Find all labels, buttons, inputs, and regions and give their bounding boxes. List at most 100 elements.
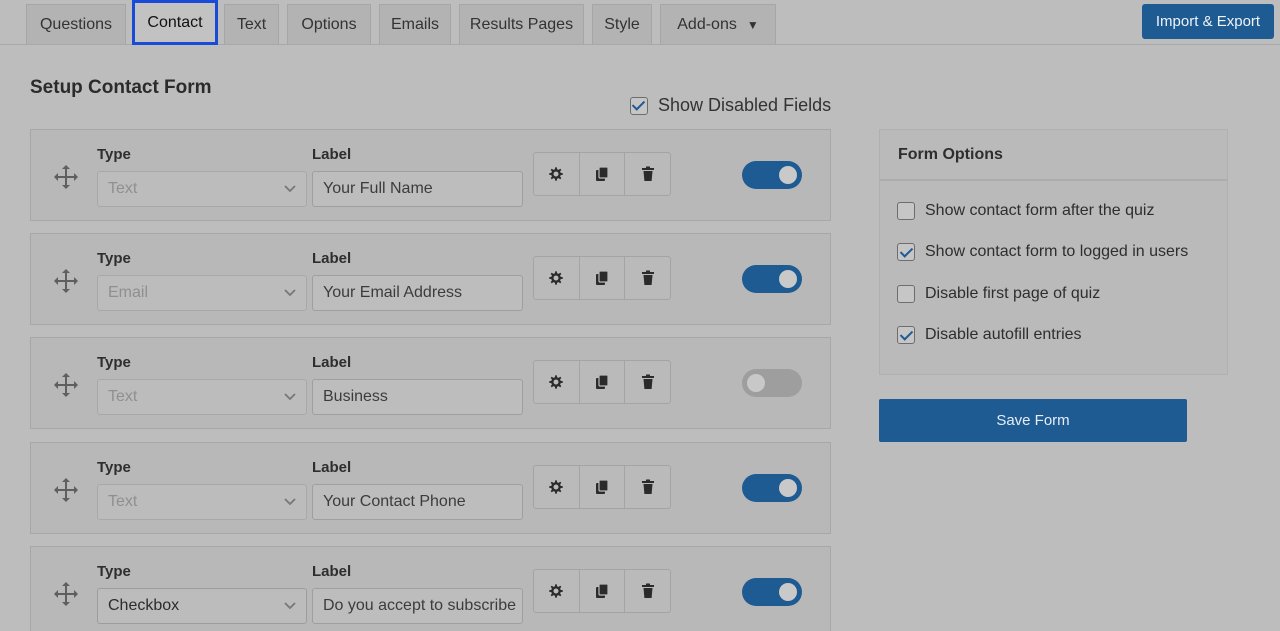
field-settings-button[interactable] [534,257,580,299]
move-icon[interactable] [53,372,79,398]
label-heading: Label [312,146,352,163]
field-type-select[interactable]: Email [97,275,307,311]
field-label-input[interactable]: Your Contact Phone [312,484,523,520]
field-duplicate-button[interactable] [580,361,626,403]
field-delete-button[interactable] [625,361,670,403]
gear-icon [549,167,564,181]
gear-icon [549,375,564,389]
type-heading: Type [97,354,131,371]
chevron-down-icon [284,289,296,296]
field-enabled-toggle[interactable] [742,369,802,397]
duplicate-icon [595,479,609,495]
duplicate-icon [595,583,609,599]
field-action-buttons [533,465,671,509]
field-type-select[interactable]: Text [97,484,307,520]
field-delete-button[interactable] [625,466,670,508]
field-delete-button[interactable] [625,570,670,612]
field-type-select[interactable]: Text [97,379,307,415]
page-title: Setup Contact Form [30,77,212,98]
type-heading: Type [97,563,131,580]
option-disable-autofill[interactable]: Disable autofill entries [897,326,1082,344]
show-disabled-label: Show Disabled Fields [658,95,832,115]
option-checkbox[interactable] [897,326,915,344]
caret-down-icon: ▼ [746,17,759,32]
tab-label: Options [301,15,357,33]
tab-text[interactable]: Text [224,4,279,44]
save-form-button[interactable]: Save Form [879,399,1187,442]
tab-label: Style [604,15,640,33]
tab-options[interactable]: Options [287,4,371,44]
field-settings-button[interactable] [534,570,580,612]
field-duplicate-button[interactable] [580,153,626,195]
type-heading: Type [97,459,131,476]
field-label-input[interactable]: Your Email Address [312,275,523,311]
move-icon[interactable] [53,477,79,503]
form-options-title: Form Options [880,130,1227,181]
import-export-button[interactable]: Import & Export [1142,4,1274,39]
tab-label: Questions [39,15,113,33]
tab-bar: Questions Contact Text Options Emails Re… [0,0,1280,45]
contact-field-row: Type Label Text Your Contact Phone [30,442,831,534]
show-disabled-checkbox[interactable] [630,96,648,115]
contact-field-row: Type Label Text Business [30,337,831,429]
move-icon[interactable] [53,581,79,607]
gear-icon [549,584,564,598]
field-type-value: Text [108,180,138,197]
chevron-down-icon [284,393,296,400]
move-icon[interactable] [53,268,79,294]
tab-add-ons[interactable]: Add-ons ▼ [660,4,776,44]
tab-style[interactable]: Style [592,4,652,44]
option-label: Disable first page of quiz [925,285,1101,302]
label-heading: Label [312,563,352,580]
field-enabled-toggle[interactable] [742,578,802,606]
field-type-select[interactable]: Text [97,171,307,207]
form-options-panel: Form Options Show contact form after the… [879,129,1228,375]
gear-icon [549,271,564,285]
option-checkbox[interactable] [897,243,915,261]
field-enabled-toggle[interactable] [742,265,802,293]
option-checkbox[interactable] [897,285,915,303]
trash-icon [641,583,654,598]
field-settings-button[interactable] [534,466,580,508]
toggle-knob [747,374,765,392]
field-duplicate-button[interactable] [580,466,626,508]
tab-label: Emails [390,15,439,33]
option-checkbox[interactable] [897,202,915,220]
field-label-input[interactable]: Do you accept to subscribe [312,588,523,624]
tab-label: Contact [147,14,203,31]
chevron-down-icon [284,185,296,192]
field-type-value: Text [108,493,138,510]
move-icon[interactable] [53,164,79,190]
label-heading: Label [312,354,352,371]
field-action-buttons [533,256,671,300]
field-type-select[interactable]: Checkbox [97,588,307,624]
trash-icon [641,479,654,494]
option-label: Disable autofill entries [925,326,1082,343]
field-label-input[interactable]: Business [312,379,523,415]
field-duplicate-button[interactable] [580,257,626,299]
gear-icon [549,480,564,494]
tab-label: Text [236,15,267,33]
field-enabled-toggle[interactable] [742,474,802,502]
field-settings-button[interactable] [534,361,580,403]
field-settings-button[interactable] [534,153,580,195]
field-enabled-toggle[interactable] [742,161,802,189]
option-show-after-quiz[interactable]: Show contact form after the quiz [897,202,1154,220]
tab-emails[interactable]: Emails [379,4,451,44]
field-duplicate-button[interactable] [580,570,626,612]
tab-results-pages[interactable]: Results Pages [459,4,584,44]
field-label-input[interactable]: Your Full Name [312,171,523,207]
show-disabled-fields-toggle[interactable]: Show Disabled Fields [630,95,831,116]
toggle-knob [779,166,797,184]
label-heading: Label [312,250,352,267]
field-action-buttons [533,569,671,613]
field-delete-button[interactable] [625,153,670,195]
tab-contact[interactable]: Contact [132,0,218,45]
trash-icon [641,374,654,389]
tab-label: Add-ons [677,15,737,33]
option-disable-first-page[interactable]: Disable first page of quiz [897,285,1100,303]
field-action-buttons [533,360,671,404]
tab-questions[interactable]: Questions [26,4,126,44]
field-delete-button[interactable] [625,257,670,299]
option-show-to-logged-in[interactable]: Show contact form to logged in users [897,243,1188,261]
